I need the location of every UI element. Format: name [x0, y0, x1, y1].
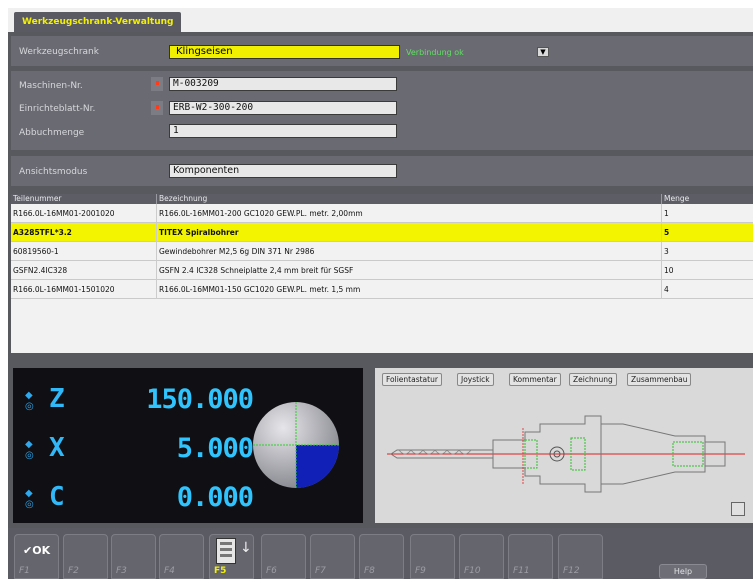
axis-reference-icon: ◆ ◎ — [25, 390, 34, 412]
quantity-label: Abbuchmenge — [19, 128, 85, 138]
column-header-teilenummer[interactable]: Teilenummer — [11, 194, 156, 204]
quantity-field[interactable]: 1 — [169, 124, 397, 138]
tab-zeichnung[interactable]: Zeichnung — [569, 373, 617, 386]
cell-teilenummer: GSFN2.4IC328 — [13, 266, 68, 275]
axis-position-display: ◆ ◎ Z 150.000 ◆ ◎ X 5.000 ◆ ◎ C 0.000 — [13, 368, 363, 523]
fkey-f6[interactable]: F6 — [261, 534, 306, 579]
axis-letter: C — [49, 482, 65, 512]
cell-menge: 3 — [661, 242, 753, 261]
axis-value: 5.000 — [176, 433, 254, 464]
setup-sheet-label: Einrichteblatt-Nr. — [19, 104, 96, 114]
fkey-label: F5 — [214, 566, 227, 576]
cell-menge: 10 — [661, 261, 753, 280]
view-mode-label: Ansichtsmodus — [19, 167, 88, 177]
help-button[interactable]: Help — [659, 564, 707, 579]
required-marker-icon — [151, 77, 163, 91]
cell-bezeichnung: R166.0L-16MM01-200 GC1020 GEW.PL. metr. … — [156, 204, 661, 223]
fkey-f2[interactable]: F2 — [63, 534, 108, 579]
fkey-label: F7 — [315, 566, 326, 576]
tab-joystick[interactable]: Joystick — [457, 373, 494, 386]
table-row[interactable]: R166.0L-16MM01-1501020 R166.0L-16MM01-150… — [11, 280, 753, 299]
axis-reference-icon: ◆ ◎ — [25, 488, 34, 510]
table-row[interactable]: R166.0L-16MM01-2001020 R166.0L-16MM01-200… — [11, 204, 753, 223]
machine-panel: Maschinen-Nr. M-003209 Einrichteblatt-Nr… — [11, 71, 753, 150]
table-row[interactable]: GSFN2.4IC328 GSFN 2.4 IC328 Schneiplatte … — [11, 261, 753, 280]
tab-werkzeugschrank-verwaltung[interactable]: Werkzeugschrank-Verwaltung — [14, 12, 182, 32]
cell-bezeichnung: Gewindebohrer M2,5 6g DIN 371 Nr 2986 — [156, 242, 661, 261]
fkey-f11[interactable]: F11 — [508, 534, 553, 579]
function-key-bar: ✔OK F1 F2 F3 F4 ↓ F5 F6 F7 F8 F9 F10 F11 F12 Help — [8, 528, 753, 579]
fkey-label: F6 — [266, 566, 277, 576]
fkey-label: F10 — [464, 566, 481, 576]
cabinet-label: Werkzeugschrank — [19, 47, 99, 57]
axis-value: 150.000 — [146, 384, 254, 415]
machine-no-label: Maschinen-Nr. — [19, 81, 83, 91]
fkey-label: F8 — [364, 566, 375, 576]
axis-value: 0.000 — [176, 482, 254, 513]
fkey-f9[interactable]: F9 — [410, 534, 455, 579]
cell-menge: 1 — [661, 204, 753, 223]
cell-menge: 4 — [661, 280, 753, 299]
axis-letter: Z — [49, 384, 65, 414]
fkey-f7[interactable]: F7 — [310, 534, 355, 579]
fkey-f5[interactable]: ↓ F5 — [209, 534, 254, 579]
cabinet-panel: Werkzeugschrank Klingseisen ▼ Verbindung… — [11, 36, 753, 66]
table-row[interactable]: A3285TFL*3.2 TITEX Spiralbohrer 5 — [11, 223, 753, 242]
cell-teilenummer: 60819560-1 — [13, 247, 59, 256]
table-header: Teilenummer Bezeichnung Menge — [11, 194, 753, 204]
fkey-f1[interactable]: ✔OK F1 — [14, 534, 59, 579]
fkey-label: F11 — [513, 566, 530, 576]
connection-status: Verbindung ok — [406, 48, 464, 57]
cell-teilenummer: A3285TFL*3.2 — [13, 228, 72, 237]
chevron-down-icon[interactable]: ▼ — [537, 47, 549, 57]
tool-cabinet-icon — [216, 538, 236, 564]
fkey-f8[interactable]: F8 — [359, 534, 404, 579]
view-mode-panel: Ansichtsmodus Komponenten — [11, 156, 753, 186]
tab-bar: Werkzeugschrank-Verwaltung — [8, 8, 753, 32]
fkey-f12[interactable]: F12 — [558, 534, 603, 579]
cell-bezeichnung: TITEX Spiralbohrer — [156, 223, 661, 242]
drawing-panel: Folientastatur Joystick Kommentar Zeichn… — [375, 368, 753, 523]
fkey-label: F12 — [563, 566, 580, 576]
axis-row-c: ◆ ◎ C 0.000 — [13, 480, 254, 520]
cabinet-dropdown-value: Klingseisen — [176, 46, 233, 57]
fkey-label: F3 — [116, 566, 127, 576]
axis-reference-icon: ◆ ◎ — [25, 439, 34, 461]
parts-table: Teilenummer Bezeichnung Menge R166.0L-16… — [11, 194, 753, 353]
axis-row-x: ◆ ◎ X 5.000 — [13, 431, 254, 471]
expand-icon[interactable] — [731, 502, 745, 516]
ok-check-icon: ✔OK — [23, 544, 51, 557]
fkey-label: F4 — [164, 566, 175, 576]
cell-teilenummer: R166.0L-16MM01-1501020 — [13, 285, 115, 294]
fkey-f3[interactable]: F3 — [111, 534, 156, 579]
fkey-f10[interactable]: F10 — [459, 534, 504, 579]
spindle-indicator — [253, 402, 339, 488]
fkey-f4[interactable]: F4 — [159, 534, 204, 579]
axis-row-z: ◆ ◎ Z 150.000 — [13, 382, 254, 422]
machine-no-field[interactable]: M-003209 — [169, 77, 397, 91]
setup-sheet-field[interactable]: ERB-W2-300-200 — [169, 101, 397, 115]
cell-bezeichnung: GSFN 2.4 IC328 Schneiplatte 2,4 mm breit… — [156, 261, 661, 280]
cell-bezeichnung: R166.0L-16MM01-150 GC1020 GEW.PL. metr. … — [156, 280, 661, 299]
column-header-menge[interactable]: Menge — [661, 194, 753, 204]
cell-menge: 5 — [661, 223, 753, 242]
tab-kommentar[interactable]: Kommentar — [509, 373, 561, 386]
view-mode-field[interactable]: Komponenten — [169, 164, 397, 178]
fkey-label: F1 — [19, 566, 30, 576]
column-header-bezeichnung[interactable]: Bezeichnung — [156, 194, 661, 204]
axis-letter: X — [49, 433, 65, 463]
app-window: Werkzeugschrank-Verwaltung Werkzeugschra… — [8, 8, 753, 579]
tool-assembly-drawing — [387, 415, 745, 493]
cell-teilenummer: R166.0L-16MM01-2001020 — [13, 209, 115, 218]
tab-zusammenbau[interactable]: Zusammenbau — [627, 373, 692, 386]
tab-folientastatur[interactable]: Folientastatur — [382, 373, 442, 386]
arrow-down-icon: ↓ — [240, 540, 252, 556]
fkey-label: F2 — [68, 566, 79, 576]
required-marker-icon — [151, 101, 163, 115]
cabinet-dropdown[interactable]: Klingseisen ▼ — [169, 45, 549, 59]
table-row[interactable]: 60819560-1 Gewindebohrer M2,5 6g DIN 371 … — [11, 242, 753, 261]
fkey-label: F9 — [415, 566, 426, 576]
